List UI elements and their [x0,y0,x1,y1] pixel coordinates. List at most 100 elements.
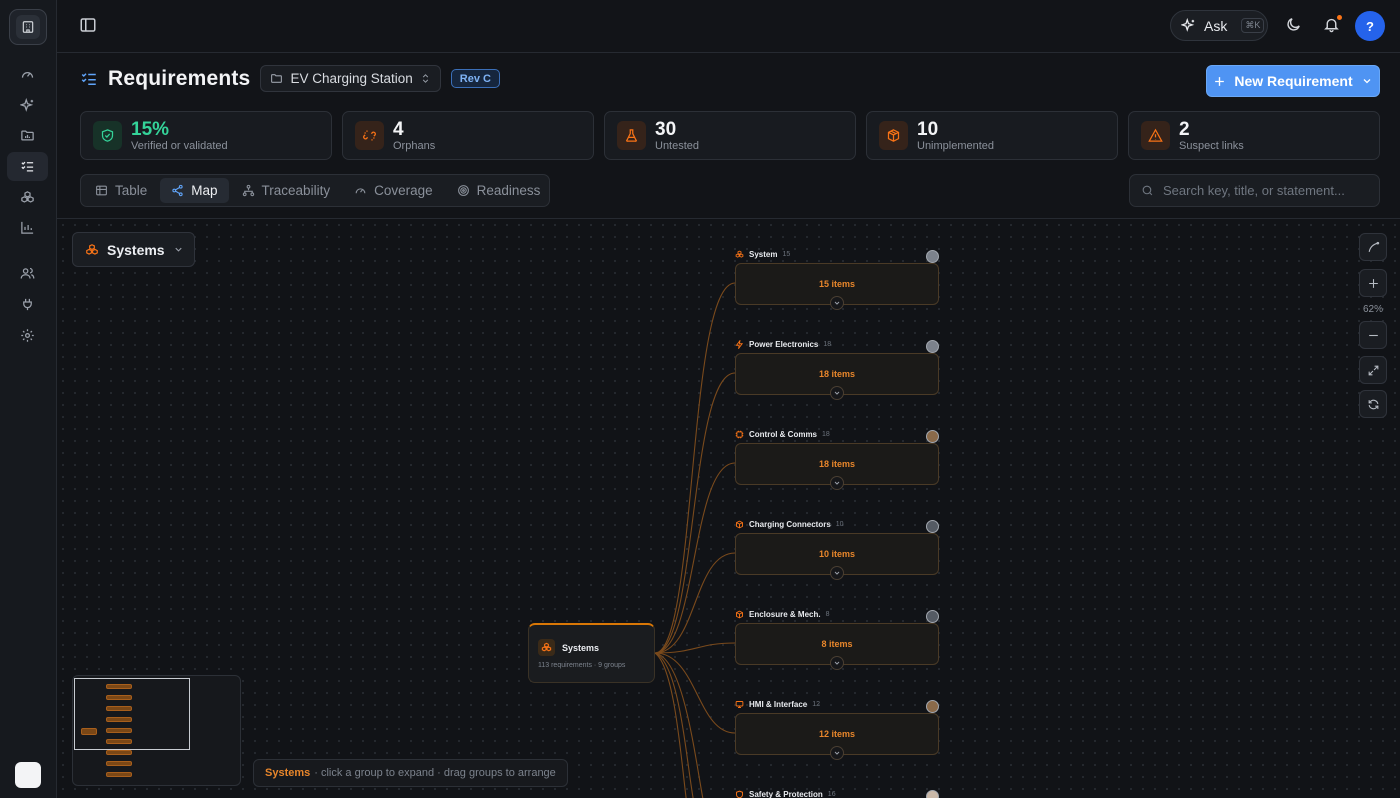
minimap-viewport[interactable] [74,678,190,750]
gear-icon [21,329,34,342]
nav-projects[interactable] [7,121,48,150]
systems-icon [538,639,555,656]
nav-rail [0,0,57,798]
sidebar-toggle-button[interactable] [79,16,97,34]
stat-orphans[interactable]: 4 Orphans [342,111,594,160]
minimap-node [106,761,132,766]
gauge-icon [21,72,34,78]
stat-value: 15% [131,118,170,140]
new-requirement-button[interactable]: New Requirement [1206,65,1380,97]
minimap-node [106,750,132,755]
group-name: System [749,250,778,259]
tab-label: Map [191,183,218,198]
chevrons-up-down-icon [422,74,428,83]
root-node[interactable]: Systems 113 requirements · 9 groups [528,623,655,683]
expand-button[interactable] [830,746,844,760]
nav-integrations[interactable] [7,290,48,319]
map-canvas[interactable]: Systems Systems 113 requirements · 9 gro… [57,219,1400,798]
stat-unimplemented[interactable]: 10 Unimplemented [866,111,1118,160]
reset-layout-button[interactable] [1359,390,1387,418]
owner-avatar [926,430,939,443]
moon-icon [1287,18,1300,31]
search-placeholder: Search key, title, or statement... [1163,183,1345,198]
tab-label: Coverage [374,183,433,198]
expand-icon [1368,365,1378,375]
zoom-in-button[interactable] [1359,269,1387,297]
group-count: 12 [812,701,821,708]
systems-icon [735,250,744,258]
bar-chart-icon [21,221,34,234]
zoom-out-button[interactable] [1359,321,1387,349]
group-name: Safety & Protection [749,790,823,798]
minimap[interactable] [72,675,241,786]
minus-icon [1368,334,1378,336]
expand-button[interactable] [830,296,844,310]
nav-team[interactable] [7,259,48,288]
user-menu-button[interactable] [15,762,41,788]
stat-verified[interactable]: 15% Verified or validated [80,111,332,160]
expand-button[interactable] [830,566,844,580]
sparkles-icon [20,98,34,112]
nav-systems[interactable] [7,183,48,212]
stat-untested[interactable]: 30 Untested [604,111,856,160]
nav-reports[interactable] [7,213,48,242]
tab-table[interactable]: Table [84,178,158,203]
stat-value: 4 [393,118,404,140]
theme-toggle-button[interactable] [1285,16,1302,33]
tab-readiness[interactable]: Readiness [446,178,552,203]
nav-dashboard[interactable] [7,60,48,89]
top-bar: Ask ⌘K ? [57,0,1400,53]
tab-traceability[interactable]: Traceability [231,178,342,203]
tab-coverage[interactable]: Coverage [343,178,444,203]
ask-button[interactable]: Ask ⌘K [1170,10,1268,41]
plug-icon [23,298,32,311]
systems-icon [86,243,98,255]
tab-map[interactable]: Map [160,178,229,203]
project-selector[interactable]: EV Charging Station [260,65,441,92]
flask-icon [617,121,646,150]
nav-ai[interactable] [7,91,48,120]
group-name: Enclosure & Mech. [749,610,821,619]
group-name: Power Electronics [749,340,819,349]
owner-avatar [926,340,939,353]
nav-requirements[interactable] [7,152,48,181]
shield-check-icon [93,121,122,150]
revision-badge[interactable]: Rev C [450,69,500,88]
workspace-logo[interactable] [9,9,47,45]
expand-button[interactable] [830,476,844,490]
sparkles-icon [1181,18,1195,32]
root-title: Systems [562,643,600,653]
group-count: 18 [823,341,832,348]
expand-button[interactable] [830,386,844,400]
tab-label: Table [115,183,148,198]
stat-value: 10 [917,118,939,140]
map-edges [654,282,736,798]
stat-label: Orphans [393,139,436,152]
stat-value: 2 [1179,118,1190,140]
owner-avatar [926,790,939,798]
search-input[interactable]: Search key, title, or statement... [1129,174,1380,207]
connect-tool-button[interactable] [1359,233,1387,261]
chevron-down-icon [834,661,840,665]
stat-label: Unimplemented [917,139,995,152]
ask-shortcut: ⌘K [1241,18,1265,33]
zoom-level: 62% [1362,304,1383,315]
nav-settings[interactable] [7,321,48,350]
gauge-icon [355,188,366,194]
stat-suspect-links[interactable]: 2 Suspect links [1128,111,1380,160]
stats-row: 15% Verified or validated 4 Orphans 30 U… [80,111,1380,160]
group-name: Control & Comms [749,430,817,439]
owner-avatar [926,610,939,623]
search-icon [1142,185,1153,196]
grouping-selector[interactable]: Systems [72,232,195,267]
folder-chart-icon [21,130,34,141]
owner-avatar [926,250,939,263]
curve-icon [1368,241,1379,252]
monitor-icon [735,701,744,708]
fit-view-button[interactable] [1359,356,1387,384]
group-count: 16 [827,791,836,798]
expand-button[interactable] [830,656,844,670]
table-icon [96,185,107,196]
stat-label: Suspect links [1179,139,1244,152]
avatar[interactable]: ? [1355,11,1385,41]
